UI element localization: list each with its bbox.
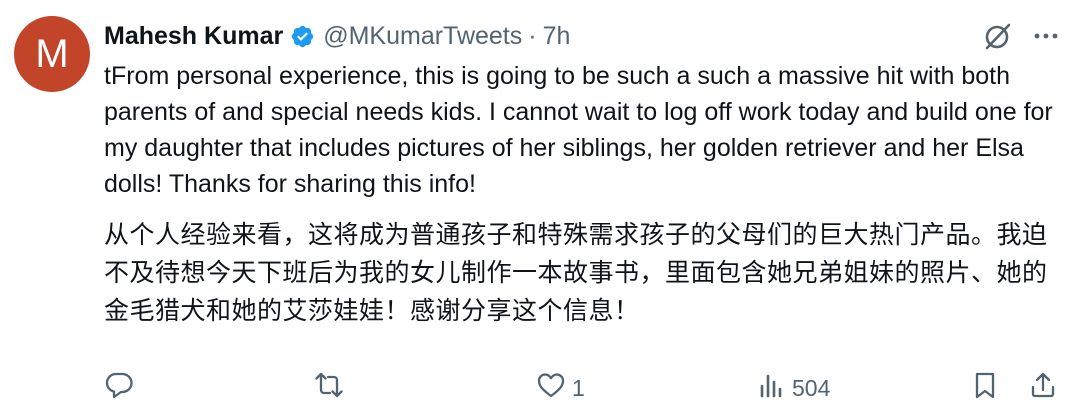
author-name[interactable]: Mahesh Kumar [104, 22, 283, 51]
tweet-card: M Mahesh Kumar @MKumarTweets · 7h tFrom … [0, 0, 1080, 420]
repost-button[interactable] [314, 370, 344, 406]
share-icon [1028, 370, 1058, 406]
views-count: 504 [792, 374, 831, 401]
views-button[interactable]: 504 [756, 370, 830, 406]
like-count: 1 [572, 374, 585, 401]
like-button[interactable]: 1 [536, 370, 585, 406]
bookmark-icon [970, 370, 1000, 406]
tweet-text-english: tFrom personal experience, this is going… [104, 62, 1053, 198]
reply-icon [104, 370, 134, 406]
timestamp[interactable]: 7h [543, 22, 571, 51]
views-icon [756, 370, 786, 406]
avatar-letter: M [35, 31, 69, 76]
separator-dot: · [528, 21, 537, 50]
grok-icon[interactable] [982, 20, 1014, 52]
tweet-text-chinese: 从个人经验来看，这将成为普通孩子和特殊需求孩子的父母们的巨大热门产品。我迫不及待… [104, 221, 1048, 325]
like-icon [536, 370, 566, 406]
verified-badge-icon[interactable] [290, 24, 315, 49]
reply-button[interactable] [104, 370, 134, 406]
more-icon[interactable] [1030, 20, 1062, 52]
top-actions [982, 20, 1062, 52]
author-handle[interactable]: @MKumarTweets [323, 22, 522, 51]
avatar[interactable]: M [14, 16, 90, 92]
action-bar: 1 504 [104, 370, 1062, 406]
tweet-header: Mahesh Kumar @MKumarTweets · 7h [104, 16, 570, 56]
bookmark-button[interactable] [970, 370, 1000, 406]
repost-icon [314, 370, 344, 406]
share-button[interactable] [1028, 370, 1058, 406]
